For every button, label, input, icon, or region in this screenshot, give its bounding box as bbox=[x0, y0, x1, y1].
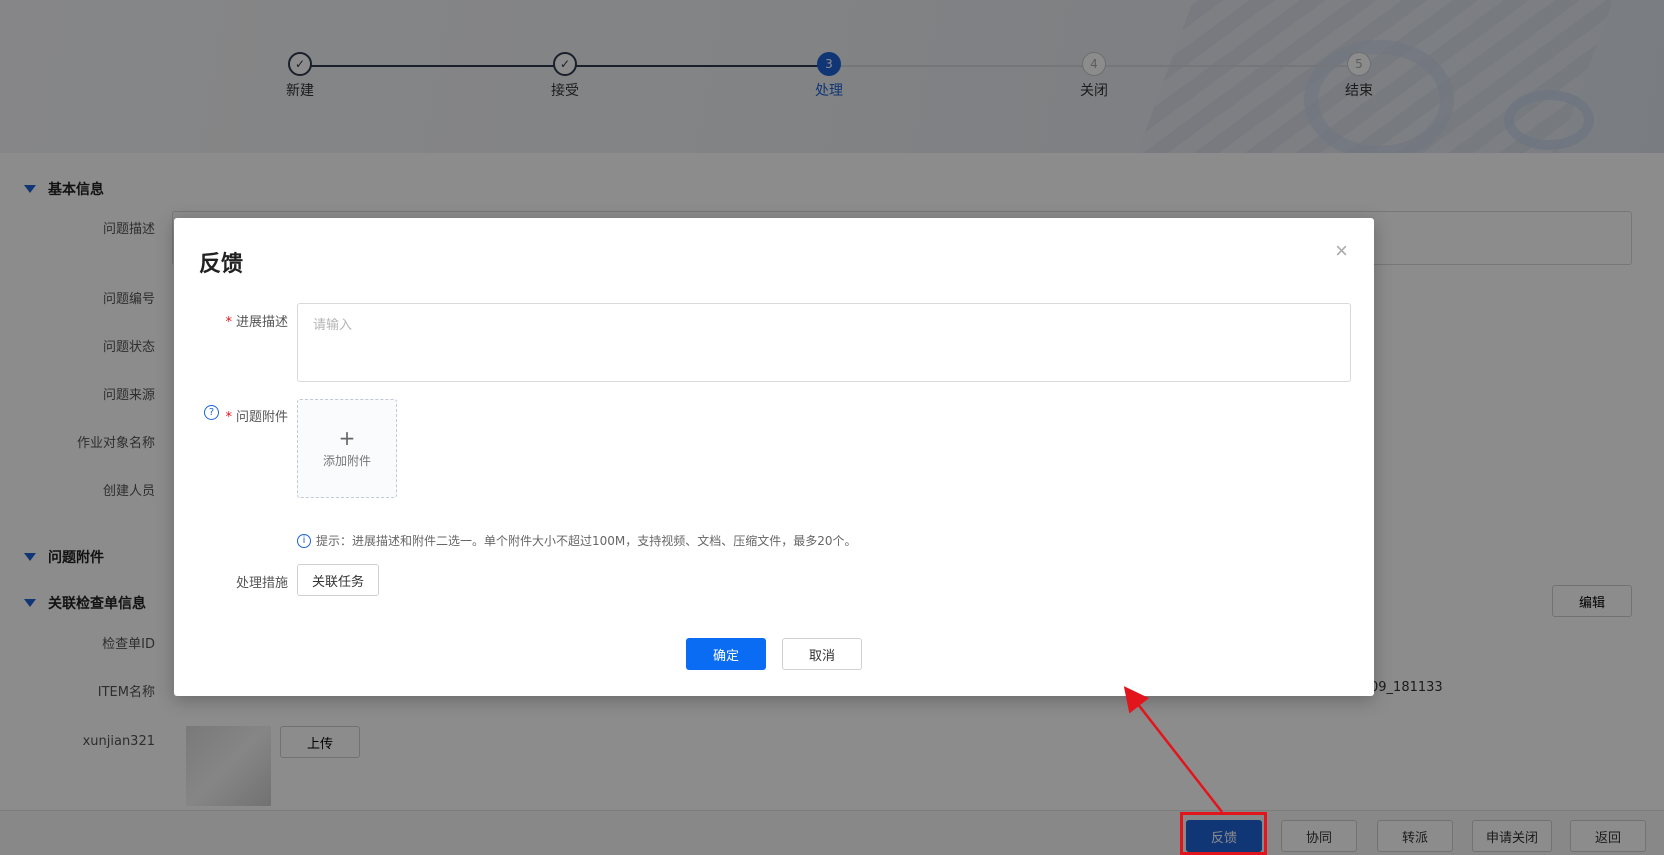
link-task-button[interactable]: 关联任务 bbox=[297, 564, 379, 596]
feedback-dialog: 反馈 × *进展描述 ? *问题附件 + 添加附件 i 提示：进展描述和附件二选… bbox=[174, 218, 1374, 696]
measure-label: 处理措施 bbox=[235, 576, 288, 591]
progress-label: * 进展描述 bbox=[225, 315, 288, 330]
dialog-title: 反馈 bbox=[199, 252, 244, 277]
hint-text: i 提示：进展描述和附件二选一。单个附件大小不超过100M，支持视频、文档、压缩… bbox=[297, 532, 857, 549]
required-mark: * bbox=[225, 410, 232, 425]
add-attachment-button[interactable]: + 添加附件 bbox=[297, 399, 397, 498]
plus-icon: + bbox=[338, 426, 356, 450]
progress-input[interactable] bbox=[297, 303, 1351, 382]
question-icon[interactable]: ? bbox=[204, 405, 219, 420]
attachment-label: * 问题附件 bbox=[225, 410, 288, 425]
confirm-button[interactable]: 确定 bbox=[686, 638, 766, 670]
add-attachment-label: 添加附件 bbox=[322, 454, 371, 468]
cancel-button[interactable]: 取消 bbox=[782, 638, 862, 670]
required-mark: * bbox=[225, 315, 232, 330]
close-icon[interactable]: × bbox=[1335, 240, 1348, 262]
highlight-box bbox=[1180, 812, 1267, 855]
info-icon: i bbox=[297, 533, 311, 548]
